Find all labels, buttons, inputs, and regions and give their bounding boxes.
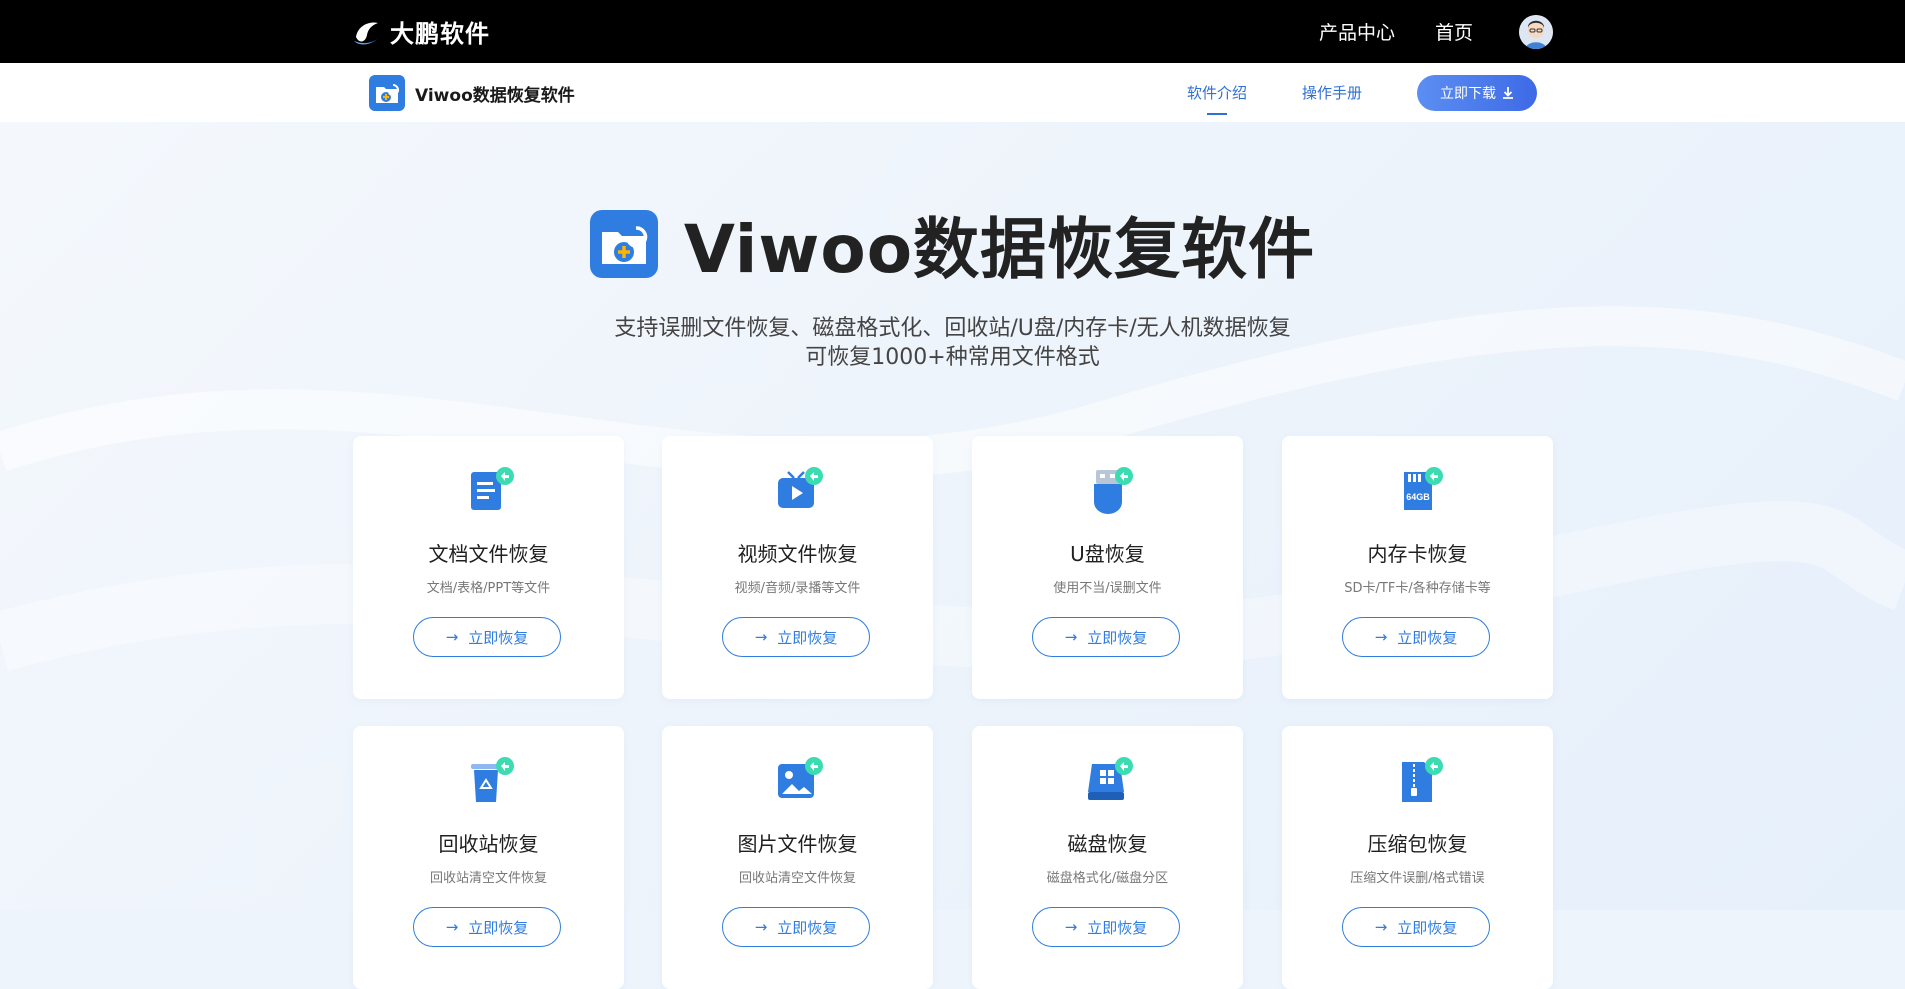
recover-button-video[interactable]: → 立即恢复: [722, 617, 870, 657]
card-disk-recovery: 磁盘恢复 磁盘格式化/磁盘分区 → 立即恢复: [972, 726, 1243, 989]
card-title: 视频文件恢复: [737, 542, 858, 566]
recover-button-zip[interactable]: → 立即恢复: [1342, 907, 1490, 947]
arrow-right-icon: →: [1374, 918, 1388, 936]
hero-title-wrap: Viwoo数据恢复软件: [683, 196, 1316, 292]
recover-label: 立即恢复: [468, 918, 529, 937]
hero-product-icon: [589, 210, 658, 278]
recover-label: 立即恢复: [777, 628, 838, 647]
card-title: 内存卡恢复: [1367, 542, 1468, 566]
recover-button-recycle-bin[interactable]: → 立即恢复: [413, 907, 561, 947]
card-title: 文档文件恢复: [428, 542, 549, 566]
arrow-right-icon: →: [754, 918, 768, 936]
hero-subtitle-line1: 支持误删文件恢复、磁盘格式化、回收站/U盘/内存卡/无人机数据恢复: [614, 316, 1291, 341]
download-icon: [1503, 87, 1513, 99]
disk-icon: [1088, 757, 1133, 800]
product-subbar: Viwoo数据恢复软件 软件介绍 操作手册 立即下载: [0, 63, 1905, 123]
card-desc: 磁盘格式化/磁盘分区: [1046, 871, 1169, 886]
card-usb-recovery: U盘恢复 使用不当/误删文件 → 立即恢复: [972, 436, 1243, 699]
recover-button-memory-card[interactable]: → 立即恢复: [1342, 617, 1490, 657]
document-icon: [471, 467, 514, 510]
brand-name: 大鹏软件: [390, 20, 490, 48]
hero-title-row: Viwoo数据恢复软件: [0, 196, 1905, 292]
recover-button-image[interactable]: → 立即恢复: [722, 907, 870, 947]
arrow-right-icon: →: [1064, 628, 1078, 646]
recover-label: 立即恢复: [468, 628, 529, 647]
card-recycle-bin-recovery: 回收站恢复 回收站清空文件恢复 → 立即恢复: [353, 726, 624, 989]
card-title: 压缩包恢复: [1367, 832, 1468, 856]
recover-button-disk[interactable]: → 立即恢复: [1032, 907, 1180, 947]
zip-icon: [1402, 757, 1443, 802]
top-nav: 产品中心 首页: [1319, 0, 1905, 63]
usb-icon: [1094, 467, 1133, 514]
recover-label: 立即恢复: [1087, 628, 1148, 647]
card-desc: 使用不当/误删文件: [1053, 581, 1162, 596]
tab-software-intro[interactable]: 软件介绍: [1187, 82, 1247, 103]
card-desc: 视频/音频/录播等文件: [734, 581, 861, 596]
brand-bird-icon: [354, 22, 379, 44]
card-desc: 压缩文件误删/格式错误: [1350, 871, 1485, 886]
brand-logo[interactable]: 大鹏软件: [352, 14, 490, 49]
card-video-recovery: 视频文件恢复 视频/音频/录播等文件 → 立即恢复: [662, 436, 933, 699]
card-document-recovery: 文档文件恢复 文档/表格/PPT等文件 → 立即恢复: [353, 436, 624, 699]
card-image-recovery: 图片文件恢复 回收站清空文件恢复 → 立即恢复: [662, 726, 933, 989]
recover-label: 立即恢复: [1397, 918, 1458, 937]
card-title: 图片文件恢复: [737, 832, 858, 856]
recover-button-document[interactable]: → 立即恢复: [413, 617, 561, 657]
product-folder-icon: [369, 75, 405, 111]
avatar[interactable]: [1519, 14, 1553, 49]
card-desc: SD卡/TF卡/各种存储卡等: [1344, 581, 1491, 596]
card-title: 磁盘恢复: [1067, 832, 1148, 856]
tab-user-manual[interactable]: 操作手册: [1302, 82, 1362, 103]
recycle-bin-icon: [471, 757, 514, 802]
sdcard-icon: 64GB: [1404, 467, 1443, 510]
user-avatar-icon: [1519, 14, 1553, 49]
download-button[interactable]: 立即下载: [1417, 74, 1537, 111]
recover-button-usb[interactable]: → 立即恢复: [1032, 617, 1180, 657]
hero-subtitle-line2: 可恢复1000+种常用文件格式: [805, 345, 1100, 370]
card-desc: 文档/表格/PPT等文件: [426, 581, 551, 596]
arrow-right-icon: →: [1374, 628, 1388, 646]
arrow-right-icon: →: [754, 628, 768, 646]
card-title: U盘恢复: [1070, 542, 1145, 566]
card-desc: 回收站清空文件恢复: [429, 871, 547, 886]
hero-section: Viwoo数据恢复软件 支持误删文件恢复、磁盘格式化、回收站/U盘/内存卡/无人…: [0, 122, 1905, 989]
card-desc: 回收站清空文件恢复: [738, 871, 856, 886]
recover-label: 立即恢复: [1087, 918, 1148, 937]
card-title: 回收站恢复: [438, 832, 539, 856]
arrow-right-icon: →: [445, 918, 459, 936]
recover-label: 立即恢复: [1397, 628, 1458, 647]
recover-label: 立即恢复: [777, 918, 838, 937]
arrow-right-icon: →: [445, 628, 459, 646]
product-nav: 软件介绍 操作手册 立即下载: [1187, 63, 1537, 122]
nav-product-center[interactable]: 产品中心: [1319, 18, 1395, 45]
arrow-right-icon: →: [1064, 918, 1078, 936]
nav-home[interactable]: 首页: [1435, 18, 1473, 45]
sdcard-capacity-label: 64GB: [1406, 492, 1430, 502]
product-brand[interactable]: Viwoo数据恢复软件: [369, 75, 575, 111]
card-memory-card-recovery: 64GB 内存卡恢复 SD卡/TF卡/各种存储卡等 → 立即恢复: [1282, 436, 1553, 699]
image-icon: [778, 757, 823, 798]
hero-title: Viwoo数据恢复软件: [683, 211, 1316, 288]
product-title: Viwoo数据恢复软件: [415, 85, 575, 106]
top-navigation-bar: 大鹏软件 产品中心 首页: [0, 0, 1905, 63]
download-label: 立即下载: [1440, 85, 1496, 102]
card-zip-recovery: 压缩包恢复 压缩文件误删/格式错误 → 立即恢复: [1282, 726, 1553, 989]
video-icon: [778, 467, 823, 508]
